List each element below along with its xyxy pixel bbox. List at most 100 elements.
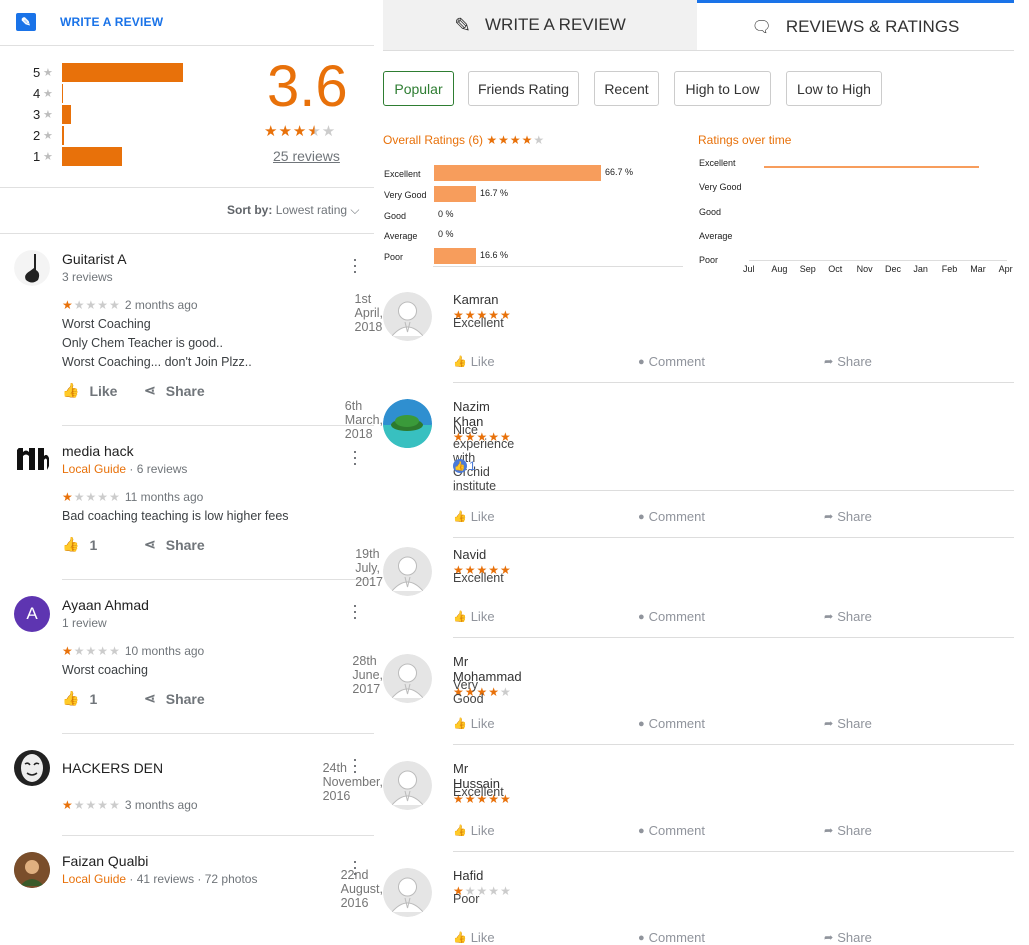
reviewer-name[interactable]: Mr Hussain ★★★★★	[453, 761, 512, 806]
reviews-count-link[interactable]: 25 reviews	[273, 148, 340, 164]
chart-axis	[749, 260, 1007, 261]
default-avatar-icon[interactable]	[383, 547, 432, 596]
reviewer-name[interactable]: media hack	[62, 443, 134, 459]
like-button[interactable]: 👍 Like	[453, 509, 495, 524]
like-button[interactable]: 👍 Like	[453, 609, 495, 624]
category-label: Poor	[384, 252, 404, 263]
review-line: Bad coaching teaching is low higher fees	[62, 509, 289, 523]
media-hack-logo-icon	[17, 448, 49, 470]
share-button[interactable]: ⋖ Share	[144, 690, 205, 707]
action-label: Share	[837, 609, 872, 624]
filter-popular[interactable]: Popular	[383, 71, 454, 106]
chevron-down-icon: ⌵	[350, 203, 360, 217]
share-button[interactable]: ⋖ Share	[144, 536, 205, 553]
rating-bar	[434, 248, 476, 265]
reviewer-name[interactable]: HACKERS DEN	[62, 760, 163, 776]
tab-reviews-ratings[interactable]: 🗨 REVIEWS & RATINGS	[697, 0, 1014, 50]
action-label: Comment	[648, 609, 706, 624]
divider	[453, 744, 1014, 745]
like-count: 1	[89, 690, 98, 707]
avatar[interactable]: A	[14, 596, 50, 632]
more-options-icon[interactable]: · · ·	[350, 596, 360, 626]
sort-dropdown[interactable]: Sort by: Lowest rating ⌵	[227, 203, 360, 218]
histogram-bar	[62, 62, 183, 82]
percentage-label: 16.6 %	[480, 250, 509, 261]
default-avatar-icon[interactable]	[383, 761, 432, 810]
like-button[interactable]: 👍 Like	[453, 930, 495, 945]
star-icon: ★	[43, 87, 53, 100]
divider	[453, 637, 1014, 638]
default-avatar-icon[interactable]	[383, 868, 432, 917]
month-label: Nov	[856, 264, 873, 274]
review-text: Excellent	[453, 316, 504, 330]
more-options-icon[interactable]: · · ·	[350, 250, 360, 280]
comment-button[interactable]: ● Comment	[638, 823, 705, 838]
action-label: Share	[837, 354, 872, 369]
like-button[interactable]: 👍 Like	[62, 382, 144, 399]
review-rating: ★★★★★ 2 months ago	[62, 298, 198, 312]
like-button[interactable]: 👍 1	[62, 536, 144, 553]
comment-button[interactable]: ● Comment	[638, 716, 705, 731]
action-label: Like	[470, 930, 495, 945]
like-button[interactable]: 👍 Like	[453, 823, 495, 838]
category-label: Good	[384, 210, 407, 221]
like-button[interactable]: 👍 Like	[453, 354, 495, 369]
share-button[interactable]: ➦ Share	[824, 823, 872, 838]
pencil-icon: ✎	[454, 14, 471, 37]
comment-button[interactable]: ● Comment	[638, 609, 705, 624]
divider	[453, 537, 1014, 538]
action-label: Like	[470, 509, 495, 524]
review-time: 3 months ago	[124, 798, 198, 812]
thumbs-up-icon: 👍	[453, 459, 467, 473]
share-button[interactable]: ⋖ Share	[144, 382, 205, 399]
share-button[interactable]: ➦ Share	[824, 509, 872, 524]
histogram-row: 3 ★	[33, 104, 71, 124]
avatar[interactable]	[14, 852, 50, 888]
avatar[interactable]	[14, 750, 50, 786]
default-avatar-icon[interactable]	[383, 292, 432, 341]
comment-button[interactable]: ● Comment	[638, 509, 705, 524]
action-label: Like	[470, 609, 495, 624]
comment-button[interactable]: ● Comment	[638, 354, 705, 369]
more-options-icon[interactable]: · · ·	[350, 442, 360, 472]
histogram-row: 2 ★	[33, 125, 64, 145]
histogram-bar	[62, 104, 71, 124]
chart-axis	[433, 266, 683, 267]
write-review-link[interactable]: ✎ WRITE A REVIEW	[16, 12, 163, 32]
reviewer-name[interactable]: Faizan Qualbi	[62, 853, 148, 869]
percentage-label: 66.7 %	[605, 167, 634, 177]
filter-recent[interactable]: Recent	[594, 71, 659, 106]
reviewer-name[interactable]: Guitarist A	[62, 251, 127, 267]
share-button[interactable]: ➦ Share	[824, 609, 872, 624]
reviewer-name-text: Kamran	[453, 292, 499, 307]
avatar[interactable]	[14, 250, 50, 286]
review-line: Worst Coaching... don't Join Plzz..	[62, 355, 252, 369]
divider	[62, 835, 374, 836]
action-label: Comment	[648, 716, 706, 731]
histogram-star-label: 4	[33, 85, 41, 101]
like-button[interactable]: 👍 Like	[453, 716, 495, 731]
share-button[interactable]: ➦ Share	[824, 354, 872, 369]
filter-high-to-low[interactable]: High to Low	[674, 71, 771, 106]
like-count-badge[interactable]: 👍 1	[453, 459, 476, 473]
filter-friends-rating[interactable]: Friends Rating	[468, 71, 579, 106]
comment-button[interactable]: ● Comment	[638, 930, 705, 945]
filter-low-to-high[interactable]: Low to High	[786, 71, 882, 106]
month-label: Dec	[885, 264, 902, 274]
share-button[interactable]: ➦ Share	[824, 930, 872, 945]
reviewer-name-text: Hafid	[453, 868, 484, 883]
avatar[interactable]	[14, 442, 50, 478]
thumbs-up-icon: 👍	[453, 932, 467, 944]
reviewer-name[interactable]: Ayaan Ahmad	[62, 597, 149, 613]
default-avatar-icon[interactable]	[383, 654, 432, 703]
review-rating: ★★★★★ 3 months ago	[62, 798, 198, 812]
tab-label: REVIEWS & RATINGS	[785, 16, 960, 36]
month-label: Jul	[743, 264, 755, 274]
like-button[interactable]: 👍 1	[62, 690, 144, 707]
review-date: 1st April, 2018	[354, 292, 384, 334]
star-icon: ★	[43, 66, 53, 79]
avatar[interactable]	[383, 399, 432, 448]
share-button[interactable]: ➦ Share	[824, 716, 872, 731]
like-label: Like	[89, 382, 118, 399]
tab-write-review[interactable]: ✎ WRITE A REVIEW	[383, 0, 697, 50]
